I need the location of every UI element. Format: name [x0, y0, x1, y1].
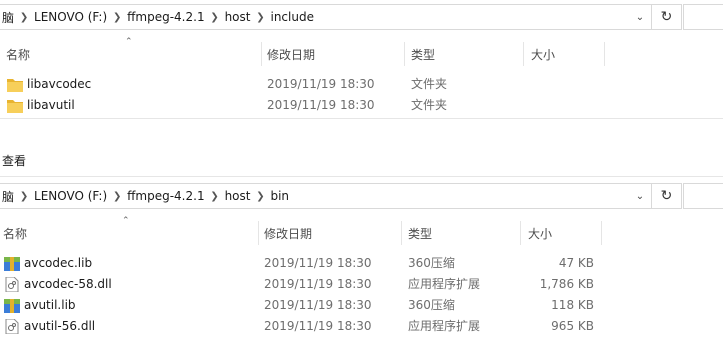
- file-date: 2019/11/19 18:30: [264, 277, 372, 291]
- column-header-name[interactable]: 名称: [6, 42, 30, 66]
- file-size: 965 KB: [551, 319, 594, 333]
- file-type: 应用程序扩展: [408, 277, 481, 291]
- refresh-icon: ↻: [660, 9, 673, 25]
- breadcrumb-include[interactable]: include: [268, 10, 315, 24]
- address-bar[interactable]: 脑 ❯ LENOVO (F:) ❯ ffmpeg-4.2.1 ❯ host ❯ …: [0, 4, 652, 30]
- breadcrumb-ffmpeg[interactable]: ffmpeg-4.2.1: [125, 189, 206, 203]
- chevron-right-icon: ❯: [210, 190, 219, 202]
- list-item[interactable]: avcodec-58.dll 2019/11/19 18:30 应用程序扩展 1…: [0, 274, 610, 295]
- chevron-right-icon: ❯: [19, 190, 29, 202]
- file-size: 1,786 KB: [539, 277, 594, 291]
- breadcrumb-host[interactable]: host: [223, 10, 253, 24]
- dll-file-icon: [5, 319, 19, 334]
- file-date: 2019/11/19 18:30: [264, 319, 372, 333]
- sort-up-icon: ⌃: [125, 37, 133, 47]
- list-item[interactable]: libavcodec 2019/11/19 18:30 文件夹: [0, 74, 610, 95]
- list-item[interactable]: avcodec.lib 2019/11/19 18:30 360压缩 47 KB: [0, 253, 610, 274]
- list-item[interactable]: avutil-56.dll 2019/11/19 18:30 应用程序扩展 96…: [0, 316, 610, 337]
- file-date: 2019/11/19 18:30: [267, 77, 375, 91]
- file-date: 2019/11/19 18:30: [267, 98, 375, 112]
- ribbon-divider: [0, 176, 723, 177]
- file-name: avutil-56.dll: [24, 319, 96, 333]
- file-type: 应用程序扩展: [408, 319, 481, 333]
- column-divider[interactable]: [601, 221, 602, 245]
- chevron-right-icon: ❯: [19, 11, 29, 23]
- file-name: libavcodec: [27, 77, 92, 91]
- file-type: 文件夹: [411, 77, 448, 91]
- column-header-date[interactable]: 修改日期: [267, 42, 315, 66]
- search-input[interactable]: [683, 4, 723, 30]
- column-divider[interactable]: [261, 42, 262, 66]
- chevron-right-icon: ❯: [256, 190, 265, 202]
- file-name: avcodec.lib: [24, 256, 93, 270]
- file-date: 2019/11/19 18:30: [264, 256, 372, 270]
- file-type: 文件夹: [411, 98, 448, 112]
- search-input[interactable]: [683, 183, 723, 209]
- file-name: avutil.lib: [24, 298, 76, 312]
- file-type: 360压缩: [408, 256, 455, 270]
- column-header-size[interactable]: 大小: [531, 42, 555, 66]
- folder-icon: [7, 100, 23, 113]
- file-date: 2019/11/19 18:30: [264, 298, 372, 312]
- file-type: 360压缩: [408, 298, 455, 312]
- column-header-date[interactable]: 修改日期: [264, 221, 312, 245]
- sort-up-icon: ⌃: [122, 216, 130, 226]
- column-divider[interactable]: [520, 221, 521, 245]
- refresh-button[interactable]: ↻: [652, 4, 682, 30]
- breadcrumb-drive[interactable]: LENOVO (F:): [32, 189, 109, 203]
- breadcrumb-computer[interactable]: 脑: [0, 9, 16, 26]
- column-divider[interactable]: [404, 42, 405, 66]
- column-header-name[interactable]: 名称: [3, 221, 27, 245]
- column-divider[interactable]: [604, 42, 605, 66]
- chevron-right-icon: ❯: [112, 11, 122, 23]
- refresh-icon: ↻: [660, 188, 673, 204]
- dll-file-icon: [5, 277, 19, 292]
- window-divider: [0, 118, 723, 119]
- column-divider[interactable]: [401, 221, 402, 245]
- list-item[interactable]: avutil.lib 2019/11/19 18:30 360压缩 118 KB: [0, 295, 610, 316]
- file-name: avcodec-58.dll: [24, 277, 112, 291]
- column-header-type[interactable]: 类型: [408, 221, 432, 245]
- file-name: libavutil: [27, 98, 75, 112]
- chevron-down-icon[interactable]: ⌄: [630, 5, 650, 29]
- breadcrumb-host[interactable]: host: [223, 189, 253, 203]
- breadcrumb-bin[interactable]: bin: [268, 189, 291, 203]
- refresh-button[interactable]: ↻: [652, 183, 682, 209]
- file-size: 47 KB: [558, 256, 594, 270]
- column-header-type[interactable]: 类型: [411, 42, 435, 66]
- archive-icon: [4, 299, 20, 313]
- breadcrumb-drive[interactable]: LENOVO (F:): [32, 10, 109, 24]
- list-item[interactable]: libavutil 2019/11/19 18:30 文件夹: [0, 95, 610, 116]
- address-bar[interactable]: 脑 ❯ LENOVO (F:) ❯ ffmpeg-4.2.1 ❯ host ❯ …: [0, 183, 652, 209]
- column-divider[interactable]: [523, 42, 524, 66]
- folder-icon: [7, 79, 23, 92]
- column-divider[interactable]: [258, 221, 259, 245]
- file-size: 118 KB: [551, 298, 594, 312]
- tab-view[interactable]: 查看: [2, 152, 26, 169]
- breadcrumb-ffmpeg[interactable]: ffmpeg-4.2.1: [125, 10, 206, 24]
- chevron-down-icon[interactable]: ⌄: [630, 184, 650, 208]
- breadcrumb-computer[interactable]: 脑: [0, 188, 16, 205]
- chevron-right-icon: ❯: [112, 190, 122, 202]
- column-header-size[interactable]: 大小: [528, 221, 552, 245]
- archive-icon: [4, 257, 20, 271]
- chevron-right-icon: ❯: [256, 11, 265, 23]
- chevron-right-icon: ❯: [210, 11, 219, 23]
